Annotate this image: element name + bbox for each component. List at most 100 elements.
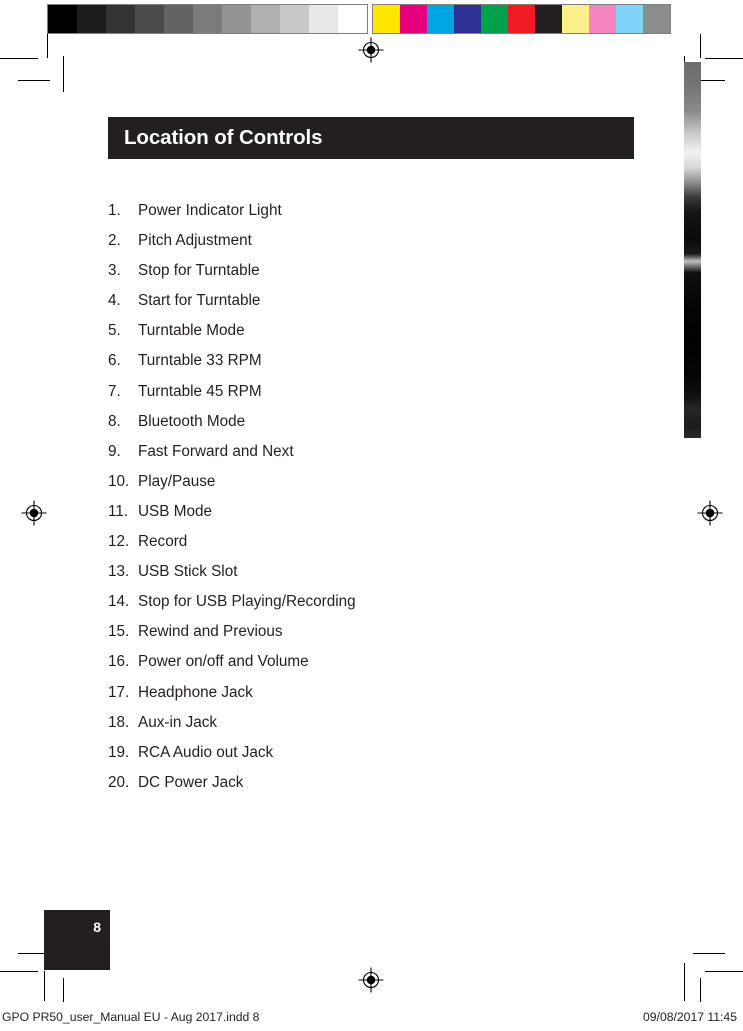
list-item-number: 18. [108, 713, 130, 731]
gray-swatch [222, 5, 251, 33]
crop-mark-bottom-right-v2 [700, 978, 701, 1002]
list-item-number: 10. [108, 472, 130, 490]
crop-mark-bottom-left-h [0, 971, 38, 972]
list-item-number: 4. [108, 292, 121, 310]
list-item-label: Rewind and Previous [138, 623, 283, 641]
crop-mark-bottom-left-v [44, 971, 45, 1001]
gray-swatch [77, 5, 106, 33]
list-item-label: USB Stick Slot [138, 563, 238, 581]
gray-swatch [338, 5, 367, 33]
color-swatch [562, 5, 589, 33]
section-header-banner: Location of Controls [108, 117, 634, 159]
registration-mark-right-icon [697, 500, 723, 526]
color-swatch [427, 5, 454, 33]
color-swatch [535, 5, 562, 33]
list-item: 11. USB Mode [108, 503, 628, 533]
list-item-label: Start for Turntable [138, 292, 261, 310]
list-item: 6. Turntable 33 RPM [108, 352, 628, 382]
color-swatch [643, 5, 670, 33]
list-item: 20. DC Power Jack [108, 774, 628, 804]
registration-mark-top-icon [358, 37, 384, 63]
list-item-number: 17. [108, 683, 130, 701]
controls-list: 1. Power Indicator Light 2. Pitch Adjustmen… [108, 202, 628, 804]
list-item-label: RCA Audio out Jack [138, 743, 274, 761]
list-item: 8. Bluetooth Mode [108, 413, 628, 443]
crop-mark-top-right-h [705, 58, 743, 59]
registration-mark-bottom-icon [358, 967, 384, 993]
gray-swatch [48, 5, 77, 33]
list-item: 13. USB Stick Slot [108, 563, 628, 593]
list-item-number: 9. [108, 442, 121, 460]
list-item-label: Turntable Mode [138, 322, 245, 340]
list-item: 14. Stop for USB Playing/Recording [108, 593, 628, 623]
crop-mark-bottom-right-v [684, 963, 685, 1001]
list-item-number: 2. [108, 232, 121, 250]
list-item-number: 5. [108, 322, 121, 340]
list-item: 19. RCA Audio out Jack [108, 744, 628, 774]
list-item-label: Turntable 45 RPM [138, 382, 262, 400]
list-item-number: 7. [108, 382, 121, 400]
list-item: 1. Power Indicator Light [108, 202, 628, 232]
gray-swatch [164, 5, 193, 33]
page-number-block: 8 [44, 910, 110, 970]
crop-mark-bottom-left-v2 [63, 978, 64, 1002]
gray-swatch [280, 5, 309, 33]
gray-swatch [106, 5, 135, 33]
list-item-label: Power Indicator Light [138, 202, 282, 219]
list-item-number: 11. [108, 502, 129, 520]
list-item: 15. Rewind and Previous [108, 623, 628, 653]
crop-mark-top-left-h [0, 58, 38, 59]
list-item-number: 14. [108, 593, 130, 611]
color-swatch [373, 5, 400, 33]
list-item-number: 20. [108, 773, 130, 791]
manual-page: Location of Controls 1. Power Indicator L… [0, 0, 743, 1031]
list-item-number: 13. [108, 563, 130, 581]
list-item: 5. Turntable Mode [108, 322, 628, 352]
gray-swatch [135, 5, 164, 33]
list-item: 16. Power on/off and Volume [108, 653, 628, 683]
list-item-label: Power on/off and Volume [138, 653, 309, 671]
list-item: 3. Stop for Turntable [108, 262, 628, 292]
list-item: 12. Record [108, 533, 628, 563]
list-item-number: 8. [108, 412, 121, 430]
list-item: 9. Fast Forward and Next [108, 443, 628, 473]
list-item-label: Fast Forward and Next [138, 442, 294, 460]
list-item-label: Pitch Adjustment [138, 232, 252, 250]
color-calibration-bar [372, 4, 671, 34]
crop-mark-top-left-v2 [47, 34, 48, 58]
color-swatch [508, 5, 535, 33]
list-item-label: DC Power Jack [138, 773, 244, 791]
list-item-number: 19. [108, 743, 130, 761]
bleed-image-strip [684, 62, 701, 438]
crop-mark-bottom-right-h2 [693, 953, 725, 954]
gray-swatch [193, 5, 222, 33]
page-number: 8 [93, 919, 101, 935]
crop-mark-top-left-v [63, 56, 64, 92]
list-item: 10. Play/Pause [108, 473, 628, 503]
color-swatch [454, 5, 481, 33]
list-item: 7. Turntable 45 RPM [108, 383, 628, 413]
list-item-number: 1. [108, 202, 121, 219]
grayscale-calibration-bar [47, 4, 368, 34]
footer-timestamp: 09/08/2017 11:45 [643, 1010, 737, 1024]
list-item-label: Turntable 33 RPM [138, 352, 262, 370]
list-item-number: 12. [108, 533, 130, 551]
color-swatch [616, 5, 643, 33]
list-item-label: Play/Pause [138, 472, 216, 490]
list-item-label: Aux-in Jack [138, 713, 218, 731]
list-item-label: Stop for USB Playing/Recording [138, 593, 356, 611]
list-item-number: 15. [108, 623, 130, 641]
list-item: 4. Start for Turntable [108, 292, 628, 322]
list-item: 2. Pitch Adjustment [108, 232, 628, 262]
list-item-label: USB Mode [138, 502, 212, 520]
registration-mark-left-icon [21, 500, 47, 526]
color-swatch [481, 5, 508, 33]
list-item: 18. Aux-in Jack [108, 714, 628, 744]
list-item-number: 16. [108, 653, 130, 671]
list-item-number: 3. [108, 262, 121, 280]
gray-swatch [309, 5, 338, 33]
list-item-label: Bluetooth Mode [138, 412, 246, 430]
footer-file-slug: GPO PR50_user_Manual EU - Aug 2017.indd … [2, 1010, 260, 1024]
color-swatch [589, 5, 616, 33]
list-item-number: 6. [108, 352, 121, 370]
